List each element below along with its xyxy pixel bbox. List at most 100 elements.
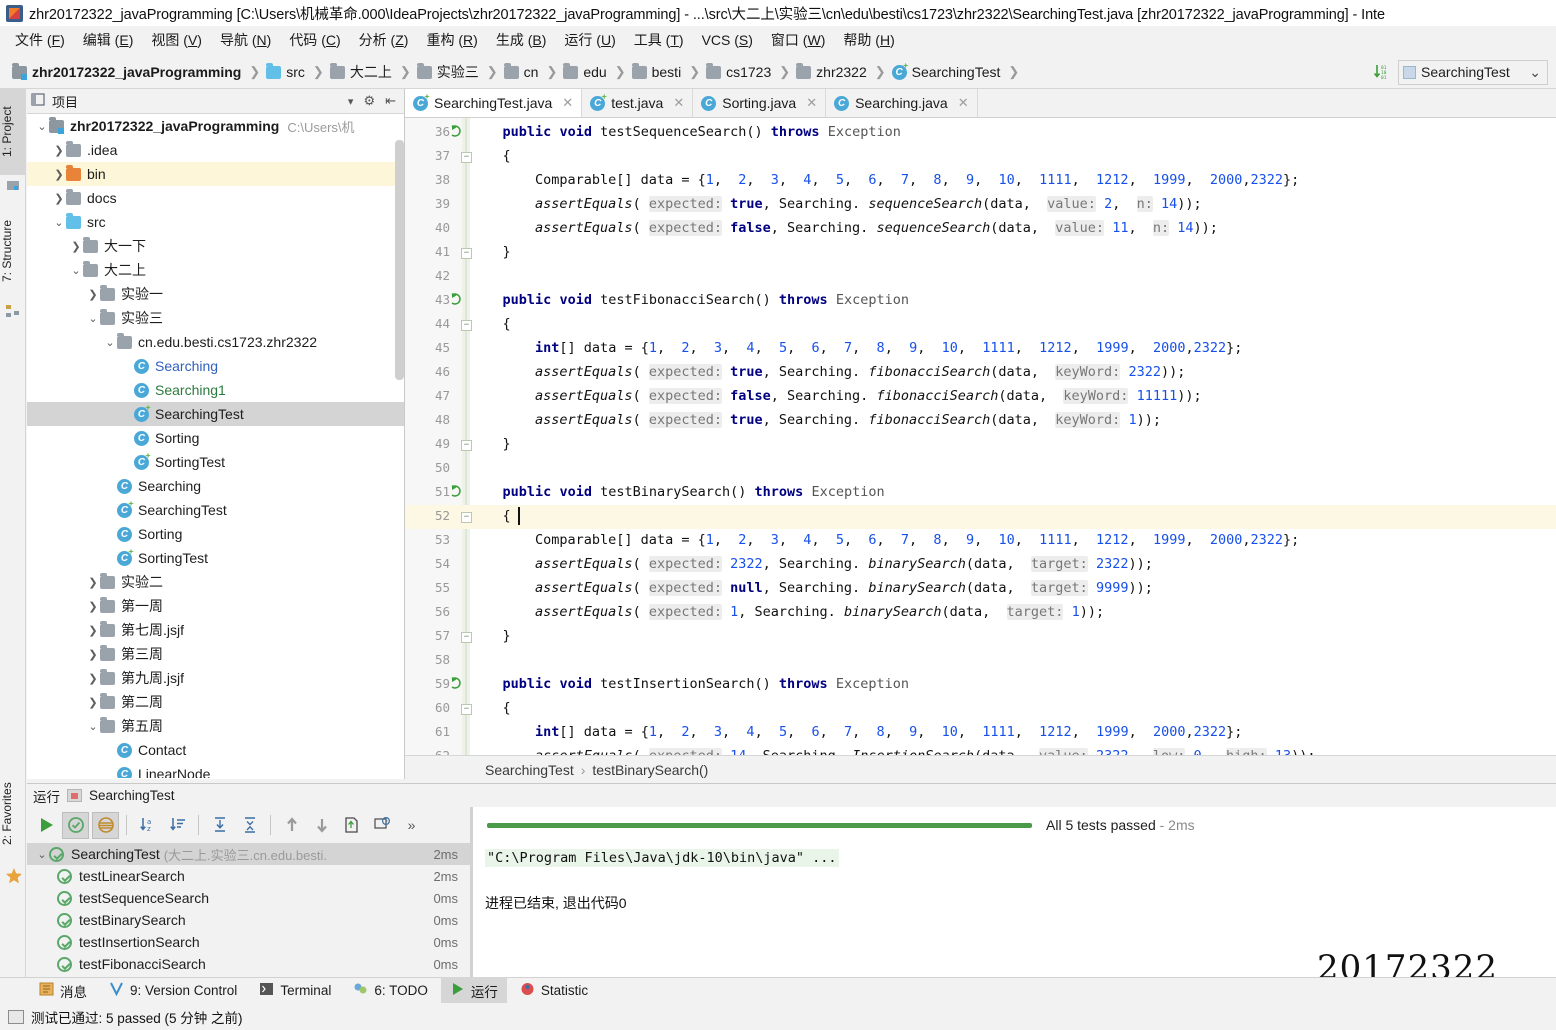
code-line-56[interactable]: assertEquals( expected: 1, Searching. bi… [470, 600, 1104, 624]
tree-expand-arrow[interactable]: ⌄ [69, 264, 83, 277]
menu-item-6[interactable]: 重构 (R) [417, 27, 486, 53]
menu-item-11[interactable]: 窗口 (W) [762, 27, 834, 53]
test-node-3[interactable]: testBinarySearch 0ms [27, 909, 470, 931]
tree-node-25[interactable]: ⌄ 第五周 [27, 714, 404, 738]
tree-node-10[interactable]: C Searching [27, 354, 404, 378]
tree-expand-arrow[interactable]: ⌄ [52, 216, 66, 229]
test-node-1[interactable]: testLinearSearch 2ms [27, 865, 470, 887]
menu-item-5[interactable]: 分析 (Z) [350, 27, 418, 53]
tree-expand-arrow[interactable]: ❯ [69, 240, 83, 253]
tree-expand-arrow[interactable]: ❯ [86, 696, 100, 709]
bottom-bar-item-4[interactable]: 运行 [440, 976, 507, 1005]
test-node-0[interactable]: ⌄ SearchingTest (大二上.实验三.cn.edu.besti. 2ms [27, 843, 470, 865]
bottom-bar-item-5[interactable]: Statistic [511, 978, 597, 1003]
run-test-icon[interactable] [449, 484, 464, 499]
tree-node-23[interactable]: ❯ 第九周.jsjf [27, 666, 404, 690]
tree-expand-arrow[interactable]: ❯ [86, 288, 100, 301]
tree-node-15[interactable]: C Searching [27, 474, 404, 498]
tree-expand-arrow[interactable]: ❯ [86, 624, 100, 637]
tree-node-18[interactable]: C SortingTest [27, 546, 404, 570]
sort-by-duration-icon[interactable] [164, 812, 191, 839]
close-icon[interactable]: ✕ [958, 95, 969, 111]
code-line-41[interactable]: } [470, 240, 511, 264]
code-line-61[interactable]: int[] data = {1, 2, 3, 4, 5, 6, 7, 8, 9,… [470, 720, 1242, 744]
tree-node-16[interactable]: C SearchingTest [27, 498, 404, 522]
menu-item-12[interactable]: 帮助 (H) [834, 27, 903, 53]
test-node-5[interactable]: testFibonacciSearch 0ms [27, 953, 470, 975]
tree-expand-arrow[interactable]: ❯ [86, 672, 100, 685]
editor-tab-3[interactable]: C Searching.java ✕ [826, 89, 978, 117]
run-configuration-selector[interactable]: SearchingTest ⌄ [1398, 59, 1548, 85]
code-line-47[interactable]: assertEquals( expected: false, Searching… [470, 384, 1202, 408]
code-line-39[interactable]: assertEquals( expected: true, Searching.… [470, 192, 1202, 216]
breadcrumb-item-7[interactable]: cs1723 [704, 62, 775, 82]
project-tree-scrollbar[interactable] [395, 140, 404, 380]
tree-expand-arrow[interactable]: ⌄ [35, 120, 49, 133]
test-results-tree[interactable]: ⌄ SearchingTest (大二上.实验三.cn.edu.besti. 2ms t… [27, 843, 470, 994]
menu-item-7[interactable]: 生成 (B) [487, 27, 556, 53]
project-tree[interactable]: ⌄ zhr20172322_javaProgramming C:\Users\机 ❯.… [27, 114, 404, 778]
editor-tab-0[interactable]: C SearchingTest.java ✕ [405, 89, 583, 117]
bottom-bar-item-0[interactable]: 消息 [30, 977, 96, 1005]
tree-node-4[interactable]: ⌄ src [27, 210, 404, 234]
tree-node-5[interactable]: ❯ 大一下 [27, 234, 404, 258]
breadcrumb-item-0[interactable]: zhr20172322_javaProgramming [10, 62, 245, 82]
sort-numeric-icon[interactable]: 01 10 01 [1372, 63, 1390, 81]
menu-item-4[interactable]: 代码 (C) [280, 27, 349, 53]
editor-breadcrumb-method[interactable]: testBinarySearch() [592, 762, 708, 778]
bottom-bar-item-1[interactable]: 9: Version Control [100, 978, 246, 1003]
tree-node-1[interactable]: ❯ .idea [27, 138, 404, 162]
code-line-53[interactable]: Comparable[] data = {1, 2, 3, 4, 5, 6, 7… [470, 528, 1299, 552]
tree-node-3[interactable]: ❯ docs [27, 186, 404, 210]
bottom-bar-item-2[interactable]: Terminal [250, 978, 340, 1003]
tree-expand-arrow[interactable]: ❯ [52, 168, 66, 181]
menu-item-0[interactable]: 文件 (F) [6, 27, 74, 53]
run-test-icon[interactable] [449, 292, 464, 307]
breadcrumb-item-9[interactable]: C SearchingTest [890, 62, 1005, 82]
code-line-55[interactable]: assertEquals( expected: null, Searching.… [470, 576, 1153, 600]
menu-item-1[interactable]: 编辑 (E) [74, 27, 143, 53]
tree-node-26[interactable]: C Contact [27, 738, 404, 762]
close-icon[interactable]: ✕ [673, 95, 684, 111]
tree-node-14[interactable]: C SortingTest [27, 450, 404, 474]
show-ignored-icon[interactable] [92, 811, 119, 839]
code-line-57[interactable]: } [470, 624, 511, 648]
tree-node-0[interactable]: ⌄ zhr20172322_javaProgramming C:\Users\机 [27, 114, 404, 138]
code-line-51[interactable]: public void testBinarySearch() throws Ex… [470, 480, 885, 504]
editor-breadcrumb-class[interactable]: SearchingTest [485, 762, 574, 778]
menu-item-10[interactable]: VCS (S) [693, 29, 762, 51]
tree-expand-arrow[interactable]: ⌄ [103, 336, 117, 349]
export-icon[interactable] [338, 812, 365, 839]
breadcrumb-item-6[interactable]: besti [630, 62, 686, 82]
tree-node-6[interactable]: ⌄ 大二上 [27, 258, 404, 282]
tree-node-7[interactable]: ❯ 实验一 [27, 282, 404, 306]
code-line-60[interactable]: { [470, 696, 511, 720]
code-line-37[interactable]: { [470, 144, 511, 168]
code-line-49[interactable]: } [470, 432, 511, 456]
code-line-59[interactable]: public void testInsertionSearch() throws… [470, 672, 909, 696]
tree-expand-arrow[interactable]: ❯ [86, 648, 100, 661]
test-node-4[interactable]: testInsertionSearch 0ms [27, 931, 470, 953]
next-failed-icon[interactable] [308, 812, 335, 839]
history-icon[interactable] [368, 812, 395, 839]
tree-node-12[interactable]: C SearchingTest [27, 402, 404, 426]
sort-alphabetically-icon[interactable]: az [134, 812, 161, 839]
close-icon[interactable]: ✕ [562, 95, 573, 111]
more-icon[interactable]: » [398, 812, 425, 839]
tree-node-19[interactable]: ❯ 实验二 [27, 570, 404, 594]
tree-node-17[interactable]: C Sorting [27, 522, 404, 546]
tree-expand-arrow[interactable]: ❯ [86, 576, 100, 589]
rerun-icon[interactable] [32, 812, 59, 839]
editor-breadcrumb[interactable]: SearchingTest › testBinarySearch() [405, 755, 1556, 783]
tree-expand-arrow[interactable]: ❯ [86, 600, 100, 613]
tree-node-21[interactable]: ❯ 第七周.jsjf [27, 618, 404, 642]
tree-expand-arrow[interactable]: ⌄ [86, 720, 100, 733]
tree-node-20[interactable]: ❯ 第一周 [27, 594, 404, 618]
test-node-2[interactable]: testSequenceSearch 0ms [27, 887, 470, 909]
run-console[interactable]: All 5 tests passed - 2ms "C:\Program Fil… [473, 807, 1556, 994]
code-line-46[interactable]: assertEquals( expected: true, Searching.… [470, 360, 1185, 384]
tree-expand-arrow[interactable]: ❯ [52, 192, 66, 205]
tree-node-27[interactable]: C LinearNode [27, 762, 404, 778]
tree-node-2[interactable]: ❯ bin [27, 162, 404, 186]
bottom-bar-item-3[interactable]: 6: TODO [344, 978, 437, 1003]
